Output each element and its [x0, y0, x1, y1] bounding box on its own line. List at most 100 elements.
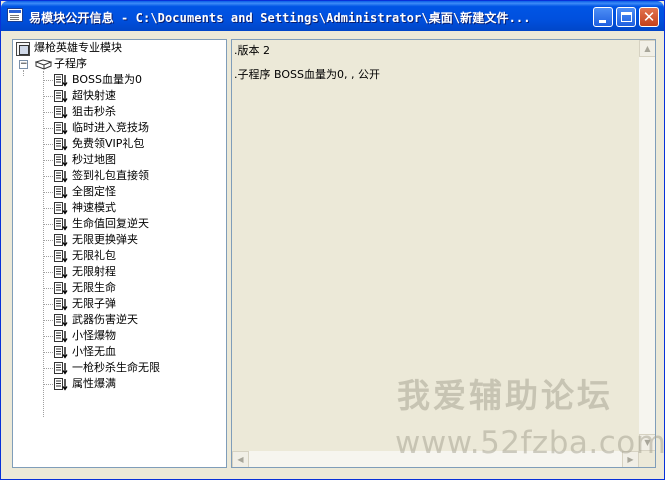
subroutine-icon	[54, 298, 68, 311]
subroutine-icon	[54, 202, 68, 215]
tree-item-label: 生命值回复逆天	[72, 217, 149, 230]
tree-item[interactable]: 神速模式	[13, 200, 226, 216]
minimize-icon	[599, 20, 606, 23]
subroutine-icon	[54, 266, 68, 279]
tree-connector	[44, 144, 53, 145]
close-icon: ✕	[642, 8, 656, 26]
module-icon	[16, 42, 30, 56]
tree-connector	[44, 288, 53, 289]
tree-item[interactable]: 生命值回复逆天	[13, 216, 226, 232]
module-tree[interactable]: 爆枪英雄专业模块 − 子程序 BOSS血量为0 超快射速 狙击秒杀临时进入竞技场 免费…	[12, 39, 227, 468]
tree-item[interactable]: 超快射速	[13, 88, 226, 104]
subroutine-icon	[54, 90, 68, 103]
tree-item[interactable]: 属性爆满	[13, 376, 226, 392]
subroutine-icon	[54, 138, 68, 151]
minimize-button[interactable]	[593, 7, 613, 27]
title-bar[interactable]: 易模块公开信息 - C:\Documents and Settings\Admi…	[1, 1, 664, 31]
tree-item[interactable]: 一枪秒杀生命无限	[13, 360, 226, 376]
subroutine-icon	[54, 122, 68, 135]
main-window: 易模块公开信息 - C:\Documents and Settings\Admi…	[0, 0, 665, 480]
scroll-left-icon[interactable]: ◀	[232, 451, 249, 467]
tree-item[interactable]: 临时进入竞技场	[13, 120, 226, 136]
subroutine-icon	[54, 330, 68, 343]
book-icon	[35, 59, 52, 70]
tree-item-label: 神速模式	[72, 201, 116, 214]
tree-item-label: 临时进入竞技场	[72, 121, 149, 134]
tree-connector	[44, 336, 53, 337]
watermark-url: www.52fzba.com	[395, 425, 665, 461]
subroutine-icon	[54, 170, 68, 183]
watermark-title: 我爱辅助论坛	[397, 376, 613, 415]
tree-connector	[44, 384, 53, 385]
close-button[interactable]: ✕	[639, 7, 659, 27]
tree-item-label: 一枪秒杀生命无限	[72, 361, 160, 374]
subroutine-icon	[54, 234, 68, 247]
subroutine-icon	[54, 106, 68, 119]
tree-item-label: BOSS血量为0	[72, 73, 142, 86]
tree-item-label: 无限礼包	[72, 249, 116, 262]
tree-connector	[44, 320, 53, 321]
tree-connector	[44, 304, 53, 305]
tree-item[interactable]: 狙击秒杀	[13, 104, 226, 120]
tree-item[interactable]: 免费领VIP礼包	[13, 136, 226, 152]
subroutine-icon	[54, 346, 68, 359]
tree-connector	[44, 240, 53, 241]
tree-item[interactable]: 小怪无血	[13, 344, 226, 360]
code-line: .子程序 BOSS血量为0, , 公开	[234, 68, 380, 81]
subroutine-icon	[54, 186, 68, 199]
maximize-icon	[621, 12, 632, 22]
tree-item-label: 秒过地图	[72, 153, 116, 166]
tree-item-label: 无限射程	[72, 265, 116, 278]
tree-group-subroutines[interactable]: 子程序	[54, 56, 87, 72]
tree-item[interactable]: 签到礼包直接领	[13, 168, 226, 184]
code-line: .版本 2	[234, 44, 270, 57]
tree-item-label: 签到礼包直接领	[72, 169, 149, 182]
tree-group-label: 子程序	[54, 57, 87, 70]
tree-item[interactable]: 小怪爆物	[13, 328, 226, 344]
subroutine-icon	[54, 250, 68, 263]
tree-item-label: 小怪爆物	[72, 329, 116, 342]
tree-connector	[44, 176, 53, 177]
tree-item[interactable]: BOSS血量为0	[13, 72, 226, 88]
tree-item-label: 小怪无血	[72, 345, 116, 358]
tree-item-label: 无限更换弹夹	[72, 233, 138, 246]
tree-item[interactable]: 无限子弹	[13, 296, 226, 312]
subroutine-icon	[54, 218, 68, 231]
tree-item-label: 武器伤害逆天	[72, 313, 138, 326]
tree-connector	[44, 128, 53, 129]
tree-connector	[44, 256, 53, 257]
scroll-up-icon[interactable]: ▲	[639, 40, 655, 57]
window-title: 易模块公开信息 - C:\Documents and Settings\Admi…	[29, 11, 531, 25]
tree-connector	[44, 112, 53, 113]
tree-item[interactable]: 无限生命	[13, 280, 226, 296]
subroutine-icon	[54, 378, 68, 391]
tree-root-label: 爆枪英雄专业模块	[34, 41, 122, 54]
tree-item-label: 免费领VIP礼包	[72, 137, 145, 150]
collapse-icon[interactable]: −	[19, 60, 28, 69]
tree-item[interactable]: 秒过地图	[13, 152, 226, 168]
tree-connector	[44, 192, 53, 193]
tree-item-label: 属性爆满	[72, 377, 116, 390]
subroutine-icon	[54, 362, 68, 375]
subroutine-icon	[54, 314, 68, 327]
tree-root[interactable]: 爆枪英雄专业模块	[13, 40, 226, 56]
tree-item-label: 全图定怪	[72, 185, 116, 198]
tree-item[interactable]: 武器伤害逆天	[13, 312, 226, 328]
tree-item[interactable]: 无限礼包	[13, 248, 226, 264]
tree-item[interactable]: 无限射程	[13, 264, 226, 280]
tree-connector	[44, 352, 53, 353]
vertical-scrollbar[interactable]: ▲ ▼	[639, 40, 655, 451]
tree-item-label: 狙击秒杀	[72, 105, 116, 118]
tree-connector	[44, 224, 53, 225]
subroutine-icon	[54, 282, 68, 295]
tree-connector	[44, 96, 53, 97]
maximize-button[interactable]	[616, 7, 636, 27]
tree-item-label: 无限生命	[72, 281, 116, 294]
tree-item[interactable]: 全图定怪	[13, 184, 226, 200]
subroutine-icon	[54, 154, 68, 167]
tree-connector	[44, 368, 53, 369]
subroutine-icon	[54, 74, 68, 87]
tree-connector	[44, 160, 53, 161]
tree-item[interactable]: 无限更换弹夹	[13, 232, 226, 248]
tree-connector	[44, 208, 53, 209]
